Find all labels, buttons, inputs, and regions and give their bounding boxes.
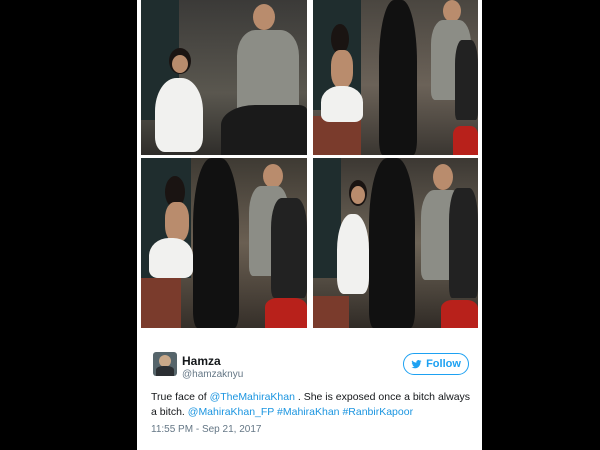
car xyxy=(453,126,478,155)
lamp-post xyxy=(193,158,239,328)
person-dress xyxy=(321,86,363,122)
person-face xyxy=(443,0,461,22)
person-face xyxy=(433,164,453,190)
tweet-card: Hamza @hamzaknyu Follow True face of @Th… xyxy=(137,0,482,450)
avatar[interactable] xyxy=(153,352,177,376)
timestamp[interactable]: 11:55 PM - Sep 21, 2017 xyxy=(151,424,261,435)
photo-1[interactable] xyxy=(141,0,307,155)
person-dress xyxy=(149,238,193,278)
person-shirt xyxy=(237,30,299,116)
person-back xyxy=(331,50,353,88)
car xyxy=(221,105,307,155)
tweet-text: True face of @TheMahiraKhan . She is exp… xyxy=(151,390,473,420)
car xyxy=(265,298,307,328)
hashtag-link[interactable]: #MahiraKhan xyxy=(277,406,339,418)
car xyxy=(441,300,478,328)
mention-link[interactable]: @TheMahiraKhan xyxy=(210,391,295,403)
brick-wall xyxy=(313,296,349,328)
lamp-post xyxy=(369,158,415,328)
author-handle[interactable]: @hamzaknyu xyxy=(182,369,243,380)
person-face xyxy=(263,164,283,188)
photo-grid xyxy=(141,0,478,330)
follow-label: Follow xyxy=(426,358,461,370)
person-shirt xyxy=(455,40,478,120)
tweet-text-part: True face of xyxy=(151,391,210,403)
person-shirt xyxy=(271,198,307,298)
photo-4[interactable] xyxy=(313,158,478,328)
person-dress xyxy=(337,214,369,294)
mention-link[interactable]: @MahiraKhan_FP xyxy=(188,406,274,418)
person-face xyxy=(172,55,188,73)
person-shirt xyxy=(449,188,478,298)
author-name[interactable]: Hamza xyxy=(182,354,221,368)
person-face xyxy=(351,186,365,204)
follow-button[interactable]: Follow xyxy=(403,353,469,375)
person-face xyxy=(253,4,275,30)
photo-3[interactable] xyxy=(141,158,307,328)
hashtag-link[interactable]: #RanbirKapoor xyxy=(342,406,413,418)
brick-wall xyxy=(141,278,181,328)
twitter-bird-icon xyxy=(411,359,422,368)
person-dress xyxy=(155,78,203,152)
photo-2[interactable] xyxy=(313,0,478,155)
person-back xyxy=(165,202,189,242)
tweet: Hamza @hamzaknyu Follow True face of @Th… xyxy=(137,338,482,450)
lamp-post xyxy=(379,0,417,155)
